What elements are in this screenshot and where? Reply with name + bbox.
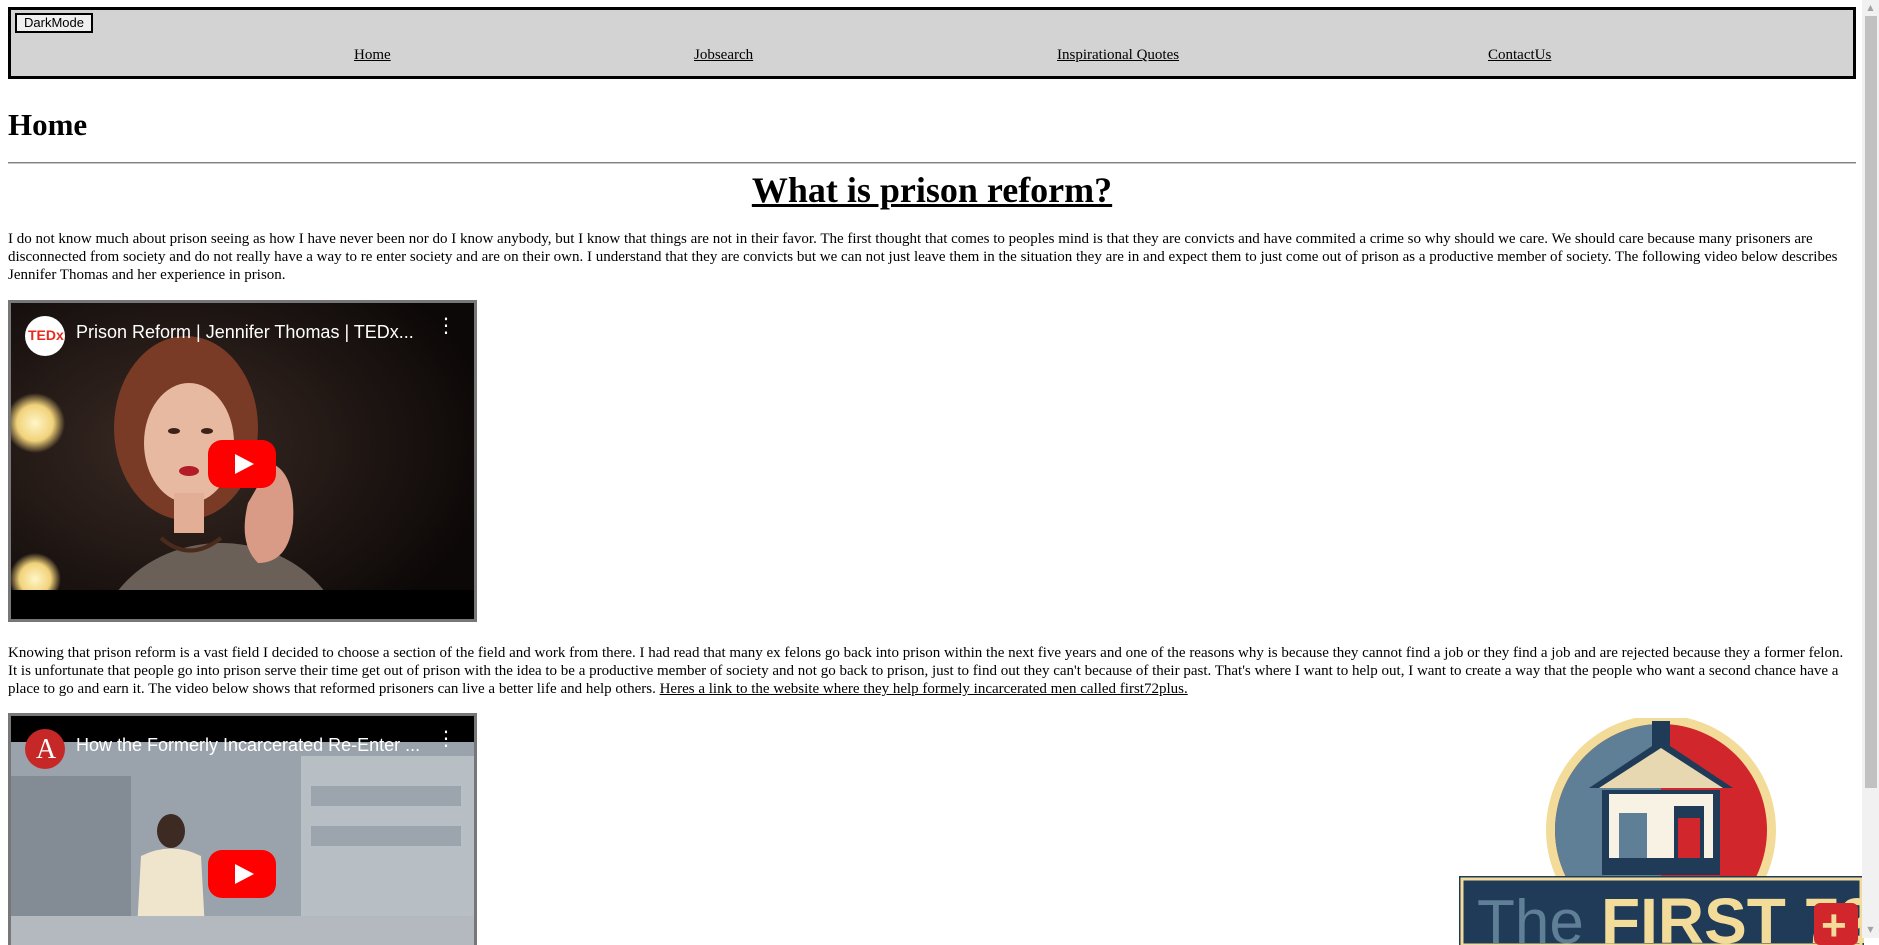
scroll-down-arrow-icon[interactable]: ▼ — [1865, 925, 1876, 935]
nav-link-inspirational-quotes[interactable]: Inspirational Quotes — [1057, 47, 1179, 64]
channel-badge-text: A — [36, 734, 57, 765]
play-button-icon[interactable] — [208, 850, 276, 898]
first72-logo-graphic: The FIRST 72 + — [1459, 718, 1864, 945]
logo-text-the: The — [1477, 888, 1584, 945]
first72plus-link[interactable]: Heres a link to the website where they h… — [660, 681, 1188, 697]
nav-link-contactus[interactable]: ContactUs — [1488, 47, 1551, 64]
video-title[interactable]: How the Formerly Incarcerated Re-Enter .… — [76, 735, 420, 756]
scroll-up-arrow-icon[interactable]: ▲ — [1865, 3, 1876, 13]
more-options-icon[interactable]: ⋮ — [436, 729, 456, 749]
nav-link-jobsearch[interactable]: Jobsearch — [694, 47, 753, 64]
navbar: DarkMode Home Jobsearch Inspirational Qu… — [8, 7, 1856, 79]
second-paragraph: Knowing that prison reform is a vast fie… — [8, 644, 1856, 698]
scroll-thumb[interactable] — [1865, 16, 1877, 788]
logo-plus-icon: + — [1821, 901, 1847, 945]
intro-paragraph: I do not know much about prison seeing a… — [8, 231, 1838, 283]
vertical-scrollbar[interactable]: ▲ ▼ — [1862, 0, 1879, 938]
page: DarkMode Home Jobsearch Inspirational Qu… — [8, 7, 1864, 945]
more-options-icon[interactable]: ⋮ — [436, 316, 456, 336]
page-title: Home — [8, 107, 88, 142]
video-embed-jennifer-thomas[interactable]: TEDx Prison Reform | Jennifer Thomas | T… — [8, 300, 477, 622]
channel-icon: A — [25, 729, 65, 769]
first72-logo: The FIRST 72 + — [1459, 718, 1864, 945]
channel-badge-text: TEDx — [28, 327, 64, 343]
play-button-icon[interactable] — [208, 440, 276, 488]
nav-link-home[interactable]: Home — [354, 47, 391, 64]
darkmode-button[interactable]: DarkMode — [15, 13, 93, 33]
video-embed-formerly-incarcerated[interactable]: A How the Formerly Incarcerated Re-Enter… — [8, 713, 477, 945]
tedx-channel-icon: TEDx — [25, 316, 65, 356]
video-title[interactable]: Prison Reform | Jennifer Thomas | TEDx..… — [76, 322, 414, 343]
horizontal-rule — [8, 162, 1856, 164]
section-title: What is prison reform? — [751, 170, 1113, 210]
